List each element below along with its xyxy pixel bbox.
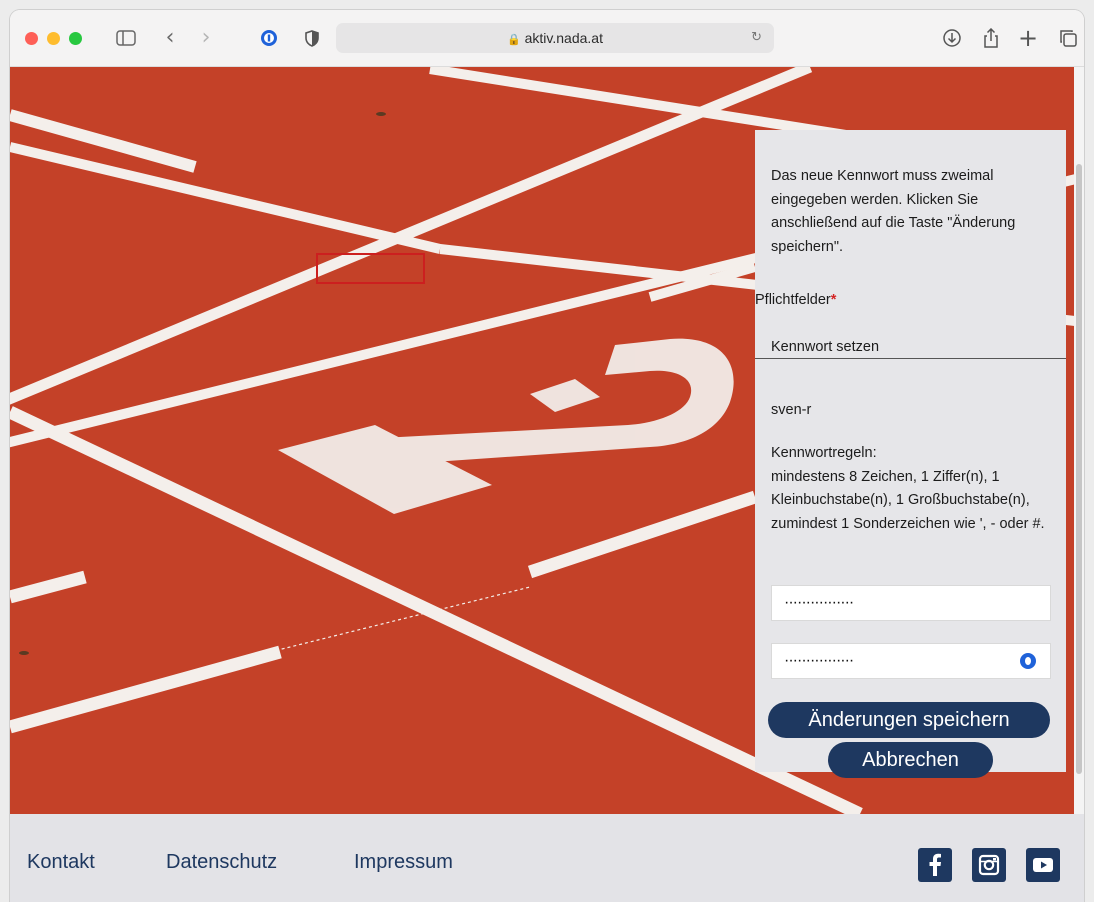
reload-icon[interactable]: ↻ (751, 23, 762, 53)
required-fields-label: Pflichtfelder* (755, 292, 836, 308)
close-window-button[interactable] (25, 32, 38, 45)
instagram-icon[interactable] (972, 848, 1006, 882)
section-divider (755, 358, 1066, 359)
username-value: sven-r (771, 402, 812, 418)
browser-toolbar: ‹ › 🔒 aktiv.nada.at ↻ + (10, 10, 1084, 67)
instructions-text: Das neue Kennwort muss zweimal eingegebe… (771, 168, 1016, 255)
scrollbar-thumb[interactable] (1076, 164, 1082, 774)
forward-icon[interactable]: › (194, 26, 218, 50)
footer-link-impressum[interactable]: Impressum (354, 851, 453, 874)
confirm-password-value: ················ (784, 652, 854, 669)
tabs-overview-icon[interactable] (1056, 26, 1080, 50)
highlight-box (316, 253, 425, 284)
browser-window: ‹ › 🔒 aktiv.nada.at ↻ + Das neue Kennwor… (10, 10, 1084, 902)
footer-link-kontakt[interactable]: Kontakt (27, 851, 95, 874)
cancel-button[interactable]: Abbrechen (828, 742, 993, 778)
password-manager-icon[interactable] (257, 26, 281, 50)
required-fields-text: Pflichtfelder (755, 292, 831, 308)
password-rules: Kennwortregeln: mindestens 8 Zeichen, 1 … (771, 442, 1056, 536)
page-footer: Kontakt Datenschutz Impressum (10, 814, 1084, 902)
scrollbar-track[interactable] (1074, 67, 1084, 814)
new-tab-icon[interactable]: + (1016, 26, 1040, 50)
url-text: aktiv.nada.at (524, 30, 603, 46)
facebook-icon[interactable] (918, 848, 952, 882)
confirm-password-field[interactable]: ················ (771, 643, 1051, 679)
password-rules-text: mindestens 8 Zeichen, 1 Ziffer(n), 1 Kle… (771, 468, 1045, 532)
zoom-window-button[interactable] (69, 32, 82, 45)
new-password-field[interactable]: ················ (771, 585, 1051, 621)
address-bar[interactable]: 🔒 aktiv.nada.at ↻ (336, 23, 774, 53)
download-icon[interactable] (940, 26, 964, 50)
lock-icon: 🔒 (507, 34, 521, 46)
address-bar-url: 🔒 aktiv.nada.at (336, 23, 774, 53)
section-title: Kennwort setzen (771, 339, 880, 355)
footer-link-datenschutz[interactable]: Datenschutz (166, 851, 277, 874)
back-icon[interactable]: ‹ (158, 26, 182, 50)
minimize-window-button[interactable] (47, 32, 60, 45)
password-manager-icon[interactable] (1020, 653, 1036, 669)
new-password-value: ················ (784, 594, 854, 611)
sidebar-icon[interactable] (114, 26, 138, 50)
privacy-shield-icon[interactable] (300, 26, 324, 50)
password-rules-heading: Kennwortregeln: (771, 445, 877, 461)
youtube-icon[interactable] (1026, 848, 1060, 882)
share-icon[interactable] (979, 26, 1003, 50)
save-changes-button[interactable]: Änderungen speichern (768, 702, 1050, 738)
required-star: * (830, 292, 837, 308)
change-password-panel: Das neue Kennwort muss zweimal eingegebe… (755, 130, 1066, 778)
